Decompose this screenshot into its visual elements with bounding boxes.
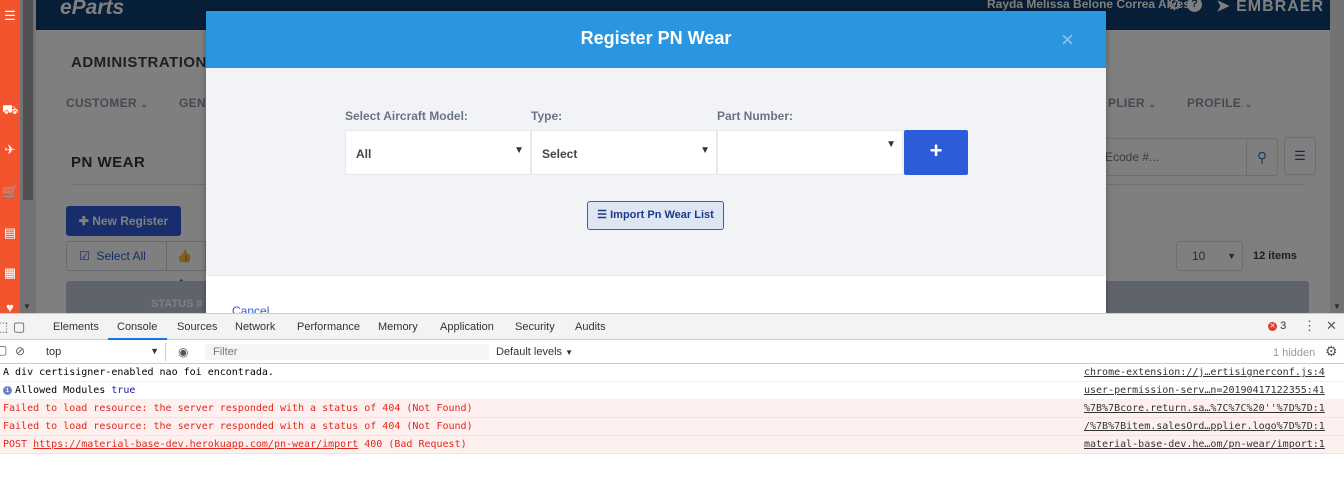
cancel-link[interactable]: Cancel — [232, 304, 269, 313]
log-source-link[interactable]: user-permission-serv…n=20190417122355:41 — [1084, 382, 1325, 399]
info-icon: i — [3, 386, 12, 395]
import-pn-wear-list-button[interactable]: ☰ Import Pn Wear List — [587, 201, 724, 230]
left-sidebar: ☰ ⛟ ✈ 🛒 ▤ ▦ ♥ — [0, 0, 20, 315]
close-devtools-icon[interactable]: ✕ — [1326, 318, 1337, 334]
error-suffix: 400 (Bad Request) — [364, 439, 467, 450]
devtools-panel: ⬚ ▢ Elements Console Sources Network Per… — [0, 313, 1344, 485]
console-error-row: Failed to load resource: the server resp… — [0, 400, 1344, 418]
type-select[interactable]: Select ▼ — [531, 130, 717, 175]
document-icon[interactable]: ▤ — [2, 225, 18, 241]
log-source-link[interactable]: %7B%7Bcore.return.sa…%7C%7C%20''%7D%7D:1 — [1084, 400, 1325, 417]
error-message: Failed to load resource: the server resp… — [3, 403, 473, 414]
more-options-icon[interactable]: ⋮ — [1303, 318, 1316, 334]
modal-title: Register PN Wear — [580, 28, 732, 48]
console-filter-input[interactable]: Filter — [205, 344, 489, 360]
console-settings-gear-icon[interactable]: ⚙ — [1325, 343, 1338, 360]
tab-elements[interactable]: Elements — [53, 321, 99, 333]
modal-body: Select Aircraft Model: Type: Part Number… — [206, 68, 1106, 275]
calendar-icon[interactable]: ▦ — [2, 265, 18, 281]
error-count: 3 — [1280, 320, 1287, 332]
inspect-element-icon[interactable]: ⬚ — [0, 319, 8, 335]
log-message: Allowed Modules — [15, 385, 106, 396]
add-part-button[interactable]: + — [904, 130, 968, 175]
error-url-link[interactable]: https://material-base-dev.herokuapp.com/… — [33, 439, 358, 450]
tab-application[interactable]: Application — [440, 321, 494, 333]
aircraft-model-label: Select Aircraft Model: — [345, 109, 468, 123]
chevron-down-icon: ▼ — [150, 346, 159, 356]
tab-security[interactable]: Security — [515, 321, 555, 333]
live-expression-eye-icon[interactable]: ◉ — [178, 345, 188, 359]
error-message: Failed to load resource: the server resp… — [3, 421, 473, 432]
part-number-select[interactable]: ▼ — [717, 130, 903, 175]
part-number-label: Part Number: — [717, 109, 794, 123]
log-levels-select[interactable]: Default levels ▼ — [496, 346, 573, 358]
console-log-row: A div certisigner-enabled nao foi encont… — [0, 364, 1344, 382]
log-source-link[interactable]: material-base-dev.he…om/pn-wear/import:1 — [1084, 436, 1325, 453]
chevron-down-icon: ▼ — [514, 145, 524, 156]
tab-console[interactable]: Console — [117, 321, 157, 333]
tab-audits[interactable]: Audits — [575, 321, 606, 333]
devtools-tabbar: ⬚ ▢ Elements Console Sources Network Per… — [0, 314, 1344, 340]
modal-footer-divider — [206, 275, 1106, 276]
cart-icon[interactable]: 🛒 — [2, 184, 18, 200]
console-error-row: POST https://material-base-dev.herokuapp… — [0, 436, 1344, 454]
type-value: Select — [542, 147, 578, 161]
filter-placeholder: Filter — [213, 346, 238, 358]
chevron-down-icon: ▼ — [565, 348, 574, 357]
screen: ☰ ⛟ ✈ 🛒 ▤ ▦ ♥ ▼ eParts ⚙ ? Rayda Melissa… — [0, 0, 1344, 485]
error-count-badge[interactable]: ✕ 3 — [1268, 320, 1286, 332]
aircraft-model-select[interactable]: All ▼ — [345, 130, 531, 175]
modal-header: Register PN Wear × — [206, 11, 1106, 68]
log-value: true — [111, 385, 136, 396]
chevron-down-icon: ▼ — [700, 145, 710, 156]
truck-icon[interactable]: ⛟ — [2, 102, 18, 118]
airplane-icon[interactable]: ✈ — [2, 142, 18, 158]
tab-performance[interactable]: Performance — [297, 321, 360, 333]
device-toolbar-icon[interactable]: ▢ — [13, 319, 25, 335]
menu-icon[interactable]: ☰ — [2, 8, 18, 24]
levels-label: Default levels — [496, 346, 563, 358]
type-label: Type: — [531, 109, 563, 123]
sidebar-toggle-icon[interactable]: ▢ — [0, 343, 7, 357]
console-error-row: Failed to load resource: the server resp… — [0, 418, 1344, 436]
context-select[interactable]: top ▼ — [36, 343, 166, 361]
log-source-link[interactable]: /%7B%7Bitem.salesOrd…pplier.logo%7D%7D:1 — [1084, 418, 1325, 435]
console-toolbar: ▢ ⊘ top ▼ ◉ Filter Default levels ▼ 1 hid… — [0, 340, 1344, 364]
context-value: top — [46, 346, 62, 358]
plus-icon: + — [929, 138, 943, 163]
aircraft-model-value: All — [356, 147, 372, 161]
log-source-link[interactable]: chrome-extension://j…ertisignerconf.js:4 — [1084, 364, 1325, 381]
close-icon[interactable]: × — [1061, 27, 1074, 53]
import-label: Import Pn Wear List — [610, 209, 714, 221]
error-icon: ✕ — [1268, 322, 1277, 331]
console-log-row: i Allowed Modules true user-permission-se… — [0, 382, 1344, 400]
clear-console-icon[interactable]: ⊘ — [15, 344, 25, 358]
chevron-down-icon: ▼ — [886, 139, 896, 150]
tab-network[interactable]: Network — [235, 321, 275, 333]
error-prefix: POST — [3, 439, 28, 450]
log-message: A div certisigner-enabled nao foi encont… — [3, 367, 274, 378]
register-pn-wear-modal: Register PN Wear × Select Aircraft Model… — [206, 11, 1106, 313]
list-icon: ☰ — [597, 209, 608, 221]
tab-memory[interactable]: Memory — [378, 321, 418, 333]
hidden-count: 1 hidden — [1273, 347, 1316, 359]
tab-sources[interactable]: Sources — [177, 321, 217, 333]
